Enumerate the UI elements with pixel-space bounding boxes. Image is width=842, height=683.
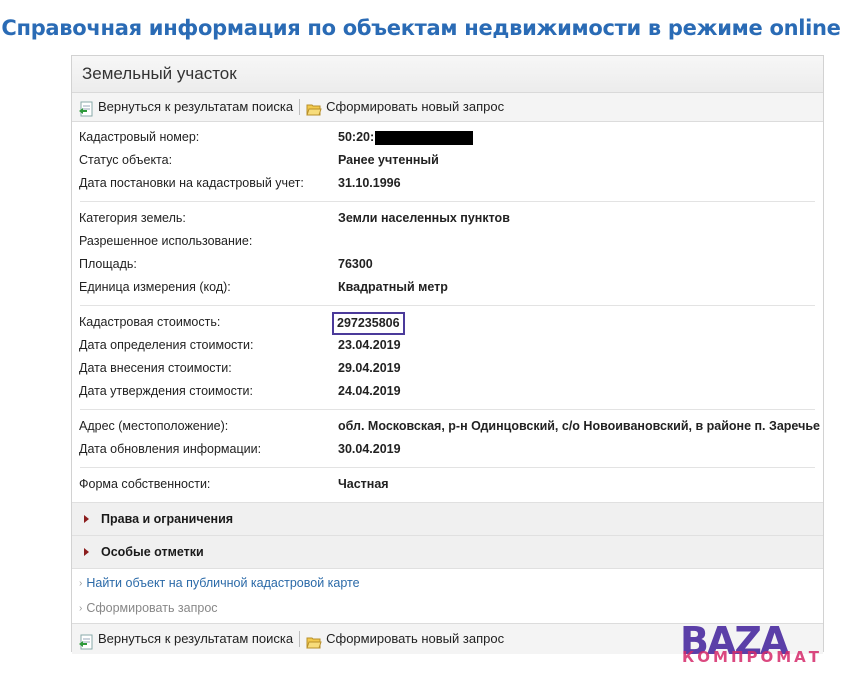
address-section: Адрес (местоположение): обл. Московская,…	[72, 410, 823, 461]
row-label: Единица измерения (код):	[79, 280, 231, 294]
info-row-registration-date: Дата постановки на кадастровый учет: 31.…	[79, 172, 823, 195]
public-map-link[interactable]: Найти объект на публичной кадастровой ка…	[86, 571, 359, 596]
row-label: Разрешенное использование:	[79, 234, 253, 248]
back-arrow-icon	[78, 99, 94, 117]
info-row-cadastral-cost: Кадастровая стоимость: 297235806	[79, 311, 823, 335]
info-row-update-date: Дата обновления информации: 30.04.2019	[79, 438, 823, 461]
expand-triangle-icon	[84, 548, 89, 556]
rights-restrictions-toggle[interactable]: Права и ограничения	[72, 502, 823, 535]
page-header: Справочная информация по объектам недвиж…	[1, 16, 841, 40]
row-label: Дата обновления информации:	[79, 442, 262, 456]
row-label: Форма собственности:	[79, 477, 211, 491]
back-to-results-label: Вернуться к результатам поиска	[98, 631, 294, 646]
new-request-button[interactable]: Сформировать новый запрос	[306, 93, 504, 121]
special-notes-toggle[interactable]: Особые отметки	[72, 535, 823, 568]
new-request-button-bottom[interactable]: Сформировать новый запрос	[306, 624, 504, 654]
collapsible-label: Права и ограничения	[101, 512, 234, 526]
new-request-label: Сформировать новый запрос	[326, 631, 505, 646]
row-label: Кадастровый номер:	[79, 130, 200, 144]
toolbar-separator	[299, 631, 301, 647]
info-row-cost-entry-date: Дата внесения стоимости: 29.04.2019	[79, 357, 823, 380]
land-section: Категория земель: Земли населенных пункт…	[72, 202, 823, 299]
top-toolbar: Вернуться к результатам поиска Сформиров…	[72, 93, 823, 122]
redaction-bar	[375, 130, 474, 145]
row-label: Кадастровая стоимость:	[79, 315, 221, 329]
bullet-icon: ›	[79, 603, 83, 614]
highlighted-cost-value: 297235806	[332, 312, 405, 335]
info-row-cadastral-number: Кадастровый номер: 50:20:	[79, 126, 823, 149]
info-row-address: Адрес (местоположение): обл. Московская,…	[79, 415, 823, 438]
cadastral-number-prefix: 50:20:	[338, 130, 375, 144]
row-value: 31.10.1996	[338, 176, 401, 190]
row-label: Дата утверждения стоимости:	[79, 384, 254, 398]
info-row-area: Площадь: 76300	[79, 253, 823, 276]
basic-section: Кадастровый номер: 50:20: Статус объекта…	[72, 122, 823, 195]
row-label: Дата постановки на кадастровый учет:	[79, 176, 304, 190]
info-row-permitted-use: Разрешенное использование:	[79, 230, 823, 253]
watermark-logo: BAZA КОМПРОМАТ	[680, 622, 835, 667]
info-row-ownership: Форма собственности: Частная	[79, 473, 823, 496]
back-to-results-button-bottom[interactable]: Вернуться к результатам поиска	[78, 624, 293, 654]
back-to-results-label: Вернуться к результатам поиска	[98, 99, 294, 114]
expand-triangle-icon	[84, 515, 89, 523]
back-arrow-icon	[78, 631, 94, 650]
row-value: Ранее учтенный	[338, 153, 439, 167]
request-link-disabled: Сформировать запрос	[86, 601, 218, 615]
info-row-land-category: Категория земель: Земли населенных пункт…	[79, 207, 823, 230]
info-row-cost-approval-date: Дата утверждения стоимости: 24.04.2019	[79, 380, 823, 403]
cost-section: Кадастровая стоимость: 297235806 Дата оп…	[72, 306, 823, 403]
info-row-cost-determination-date: Дата определения стоимости: 23.04.2019	[79, 334, 823, 357]
info-row-unit: Единица измерения (код): Квадратный метр	[79, 276, 823, 299]
row-value: 76300	[338, 257, 373, 271]
row-value: 24.04.2019	[338, 384, 401, 398]
row-value: 50:20:	[338, 126, 474, 149]
folder-icon	[306, 631, 322, 649]
object-panel: Земельный участок Вернуться к результата…	[71, 55, 824, 654]
row-label: Площадь:	[79, 257, 137, 271]
info-row-status: Статус объекта: Ранее учтенный	[79, 149, 823, 172]
row-label: Статус объекта:	[79, 153, 173, 167]
links-area: › Найти объект на публичной кадастровой …	[72, 568, 823, 621]
collapsible-label: Особые отметки	[101, 545, 204, 559]
new-request-label: Сформировать новый запрос	[326, 99, 505, 114]
ownership-section: Форма собственности: Частная	[72, 468, 823, 502]
row-value: обл. Московская, р-н Одинцовский, с/о Но…	[338, 419, 820, 433]
row-value: Земли населенных пунктов	[338, 211, 510, 225]
row-label: Адрес (местоположение):	[79, 419, 229, 433]
panel-title: Земельный участок	[72, 56, 823, 93]
watermark-sub-text: КОМПРОМАТ	[682, 648, 823, 666]
row-label: Дата внесения стоимости:	[79, 361, 232, 375]
request-link-row: › Сформировать запрос	[72, 596, 823, 621]
bullet-icon: ›	[79, 578, 83, 589]
folder-icon	[306, 99, 322, 116]
row-value: Частная	[338, 477, 389, 491]
back-to-results-button[interactable]: Вернуться к результатам поиска	[78, 93, 293, 121]
row-label: Дата определения стоимости:	[79, 338, 254, 352]
row-value: Квадратный метр	[338, 280, 448, 294]
row-value: 23.04.2019	[338, 338, 401, 352]
map-link-row: › Найти объект на публичной кадастровой …	[72, 571, 823, 596]
row-label: Категория земель:	[79, 211, 186, 225]
toolbar-separator	[299, 99, 301, 115]
row-value: 29.04.2019	[338, 361, 401, 375]
row-value: 30.04.2019	[338, 442, 401, 456]
